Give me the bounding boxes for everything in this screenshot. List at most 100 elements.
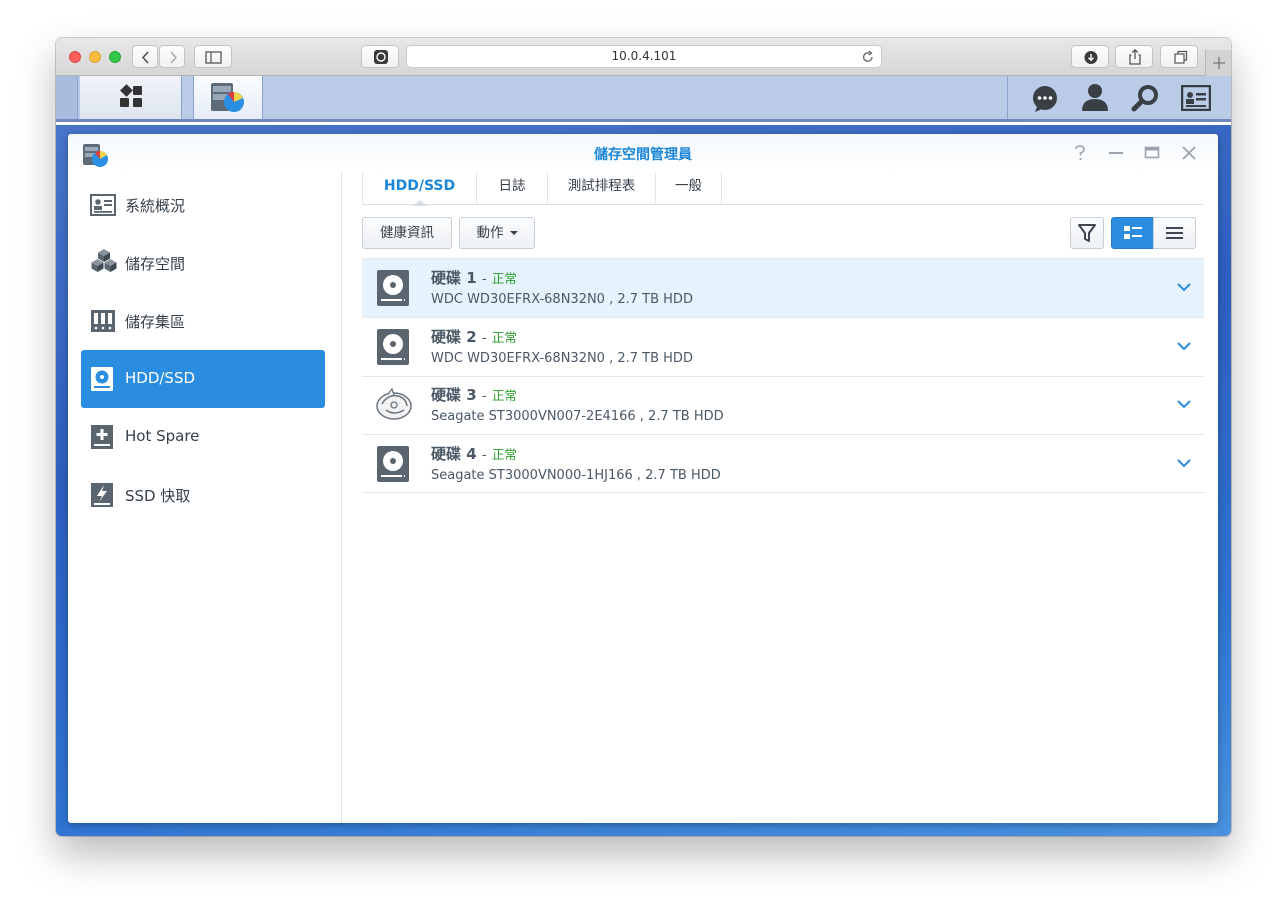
disk-model: WDC WD30EFRX-68N32N0 , 2.7 TB HDD <box>431 351 693 366</box>
sidebar-item-hdd-ssd[interactable]: HDD/SSD <box>81 350 325 408</box>
app-title: 儲存空間管理員 <box>594 147 692 163</box>
browser-window: 10.0.4.101 儲存空間管理員 系統概況 儲存空間 儲存集區 HDD/SS… <box>56 38 1231 836</box>
new-tab-button[interactable] <box>1205 50 1231 76</box>
tabs-icon <box>1174 50 1188 64</box>
widgets-icon[interactable] <box>1181 85 1211 111</box>
taskbar-edge <box>56 76 78 119</box>
disk-status: 正常 <box>491 388 517 403</box>
main-menu-button[interactable] <box>80 76 182 119</box>
disk-row[interactable]: 硬碟 3 - 正常 Seagate ST3000VN007-2E4166 , 2… <box>362 376 1204 435</box>
tabs-overview-button[interactable] <box>1160 45 1198 68</box>
list-view-button[interactable] <box>1153 217 1196 249</box>
action-dropdown-button[interactable]: 動作 <box>459 217 535 249</box>
detail-view-button[interactable] <box>1111 217 1154 249</box>
storage-cubes-icon <box>91 249 117 272</box>
maximize-icon[interactable] <box>1144 144 1160 162</box>
sidebar-item-overview[interactable]: 系統概況 <box>81 176 325 234</box>
hot-spare-icon <box>91 425 113 449</box>
downloads-button[interactable] <box>1071 45 1109 68</box>
extension-button[interactable] <box>361 45 399 68</box>
disk-row[interactable]: 硬碟 2 - 正常 WDC WD30EFRX-68N32N0 , 2.7 TB … <box>362 318 1204 377</box>
download-icon <box>1084 51 1098 64</box>
tab-test-schedule[interactable]: 測試排程表 <box>548 172 656 205</box>
main-panel: HDD/SSD 日誌 測試排程表 一般 健康資訊 動作 硬碟 1 - 正常 WD… <box>362 172 1204 823</box>
chevron-down-icon[interactable] <box>1176 398 1192 410</box>
sidebar-item-label: 系統概況 <box>125 197 186 215</box>
disk-model: Seagate ST3000VN007-2E4166 , 2.7 TB HDD <box>431 409 724 424</box>
chat-icon[interactable] <box>1031 85 1059 113</box>
list-icon <box>1166 227 1183 239</box>
overview-icon <box>90 194 116 216</box>
sidebar-item-hot-spare[interactable]: Hot Spare <box>81 408 325 466</box>
disk-list: 硬碟 1 - 正常 WDC WD30EFRX-68N32N0 , 2.7 TB … <box>362 258 1204 493</box>
close-window-button[interactable] <box>69 51 81 63</box>
app-title-bar[interactable]: 儲存空間管理員 <box>68 134 1218 172</box>
sidebar-item-label: 儲存集區 <box>125 313 186 331</box>
tab-general[interactable]: 一般 <box>656 172 722 205</box>
sidebar-toggle-button[interactable] <box>194 45 232 68</box>
extension-icon <box>374 50 388 64</box>
sidebar-item-storage-pool[interactable]: 儲存集區 <box>81 292 325 350</box>
minimize-window-button[interactable] <box>89 51 101 63</box>
health-info-button[interactable]: 健康資訊 <box>362 217 452 249</box>
hdd-disk-icon <box>377 270 409 306</box>
share-button[interactable] <box>1115 45 1153 68</box>
user-icon[interactable] <box>1081 82 1109 112</box>
disk-name: 硬碟 3 <box>431 386 477 404</box>
separator-dash: - <box>481 272 487 287</box>
disk-row[interactable]: 硬碟 1 - 正常 WDC WD30EFRX-68N32N0 , 2.7 TB … <box>362 259 1204 318</box>
main-menu-icon <box>120 84 142 107</box>
disk-title: 硬碟 4 - 正常 <box>431 443 517 464</box>
sidebar-item-label: 儲存空間 <box>125 255 186 273</box>
chevron-down-icon[interactable] <box>1176 457 1192 469</box>
sidebar-item-ssd-cache[interactable]: SSD 快取 <box>81 466 325 524</box>
seagate-disk-icon <box>376 387 412 420</box>
filter-icon <box>1078 224 1096 242</box>
disk-name: 硬碟 1 <box>431 269 477 287</box>
action-label: 動作 <box>476 225 504 241</box>
sidebar-icon <box>205 51 222 64</box>
tab-bar: HDD/SSD 日誌 測試排程表 一般 <box>362 172 1204 206</box>
storage-manager-app-icon <box>211 83 244 112</box>
separator-dash: - <box>481 331 487 346</box>
storage-pool-icon <box>91 310 115 332</box>
close-icon[interactable] <box>1181 144 1197 162</box>
search-icon[interactable] <box>1131 83 1161 113</box>
filter-button[interactable] <box>1070 217 1104 249</box>
separator-dash: - <box>481 389 487 404</box>
chevron-right-icon <box>170 51 178 64</box>
back-button[interactable] <box>132 45 158 68</box>
detail-list-icon <box>1124 226 1142 239</box>
disk-row[interactable]: 硬碟 4 - 正常 Seagate ST3000VN000-1HJ166 , 2… <box>362 435 1204 493</box>
hdd-icon <box>91 367 113 391</box>
help-icon[interactable] <box>1072 144 1088 162</box>
disk-name: 硬碟 4 <box>431 445 477 463</box>
sidebar-item-storage[interactable]: 儲存空間 <box>81 234 325 292</box>
disk-model: Seagate ST3000VN000-1HJ166 , 2.7 TB HDD <box>431 468 721 483</box>
sidebar: 系統概況 儲存空間 儲存集區 HDD/SSD Hot Spare SSD 快取 <box>68 172 342 823</box>
tab-hdd-ssd[interactable]: HDD/SSD <box>362 172 477 206</box>
sidebar-item-label: HDD/SSD <box>125 369 196 387</box>
health-info-label: 健康資訊 <box>380 225 434 241</box>
minimize-icon[interactable] <box>1108 144 1124 162</box>
sidebar-item-label: Hot Spare <box>125 427 200 445</box>
forward-button[interactable] <box>159 45 185 68</box>
zoom-window-button[interactable] <box>109 51 121 63</box>
disk-title: 硬碟 1 - 正常 <box>431 267 517 288</box>
hdd-disk-icon <box>377 329 409 365</box>
tab-log[interactable]: 日誌 <box>477 172 548 205</box>
disk-title: 硬碟 2 - 正常 <box>431 326 517 347</box>
url-bar[interactable]: 10.0.4.101 <box>406 45 882 68</box>
disk-name: 硬碟 2 <box>431 328 477 346</box>
chevron-down-icon[interactable] <box>1176 281 1192 293</box>
dsm-taskbar <box>56 76 1231 122</box>
hdd-disk-icon <box>377 446 409 482</box>
disk-status: 正常 <box>491 271 517 286</box>
taskbar-storage-manager[interactable] <box>193 76 263 119</box>
chevron-down-icon[interactable] <box>1176 340 1192 352</box>
reload-icon[interactable] <box>861 50 875 64</box>
plus-icon <box>1213 57 1225 69</box>
share-icon <box>1129 48 1141 65</box>
url-text: 10.0.4.101 <box>611 49 677 63</box>
storage-manager-window: 儲存空間管理員 系統概況 儲存空間 儲存集區 HDD/SSD Hot Spare… <box>68 134 1218 823</box>
